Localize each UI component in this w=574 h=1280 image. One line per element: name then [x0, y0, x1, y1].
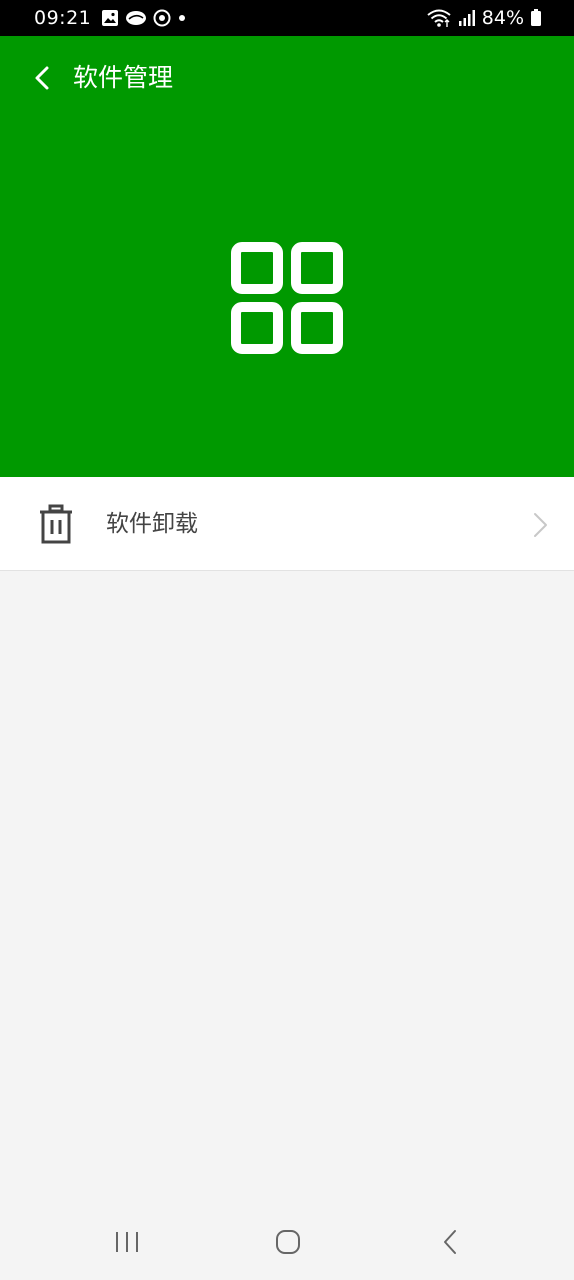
wifi-icon — [426, 8, 452, 28]
home-icon — [276, 1230, 300, 1254]
back-icon — [444, 1230, 456, 1254]
cloud-icon — [125, 9, 147, 27]
back-button[interactable] — [24, 58, 60, 98]
chevron-right-icon — [534, 513, 547, 537]
battery-icon — [530, 9, 542, 27]
menu-item-uninstall[interactable]: 软件卸载 — [0, 477, 574, 571]
status-bar: 09:21 84% — [0, 0, 574, 36]
header: 软件管理 — [0, 36, 574, 477]
home-button[interactable] — [264, 1224, 312, 1260]
apps-grid-icon — [231, 242, 343, 354]
system-nav-bar — [0, 1206, 574, 1280]
dot-icon — [177, 13, 187, 23]
signal-icon — [458, 9, 476, 27]
status-right: 84% — [420, 0, 542, 36]
battery-percentage: 84% — [481, 7, 524, 29]
status-time: 09:21 — [34, 7, 92, 29]
menu-item-label: 软件卸载 — [106, 511, 198, 537]
recent-apps-button[interactable] — [104, 1224, 150, 1260]
sync-icon — [153, 9, 171, 27]
nav-back-button[interactable] — [428, 1224, 472, 1260]
gallery-icon — [101, 9, 119, 27]
status-notification-icons — [101, 9, 193, 27]
status-left: 09:21 — [34, 0, 193, 36]
recent-apps-icon — [116, 1232, 138, 1252]
page-title: 软件管理 — [73, 63, 174, 92]
chevron-left-icon — [35, 66, 49, 90]
trash-icon — [40, 504, 72, 544]
